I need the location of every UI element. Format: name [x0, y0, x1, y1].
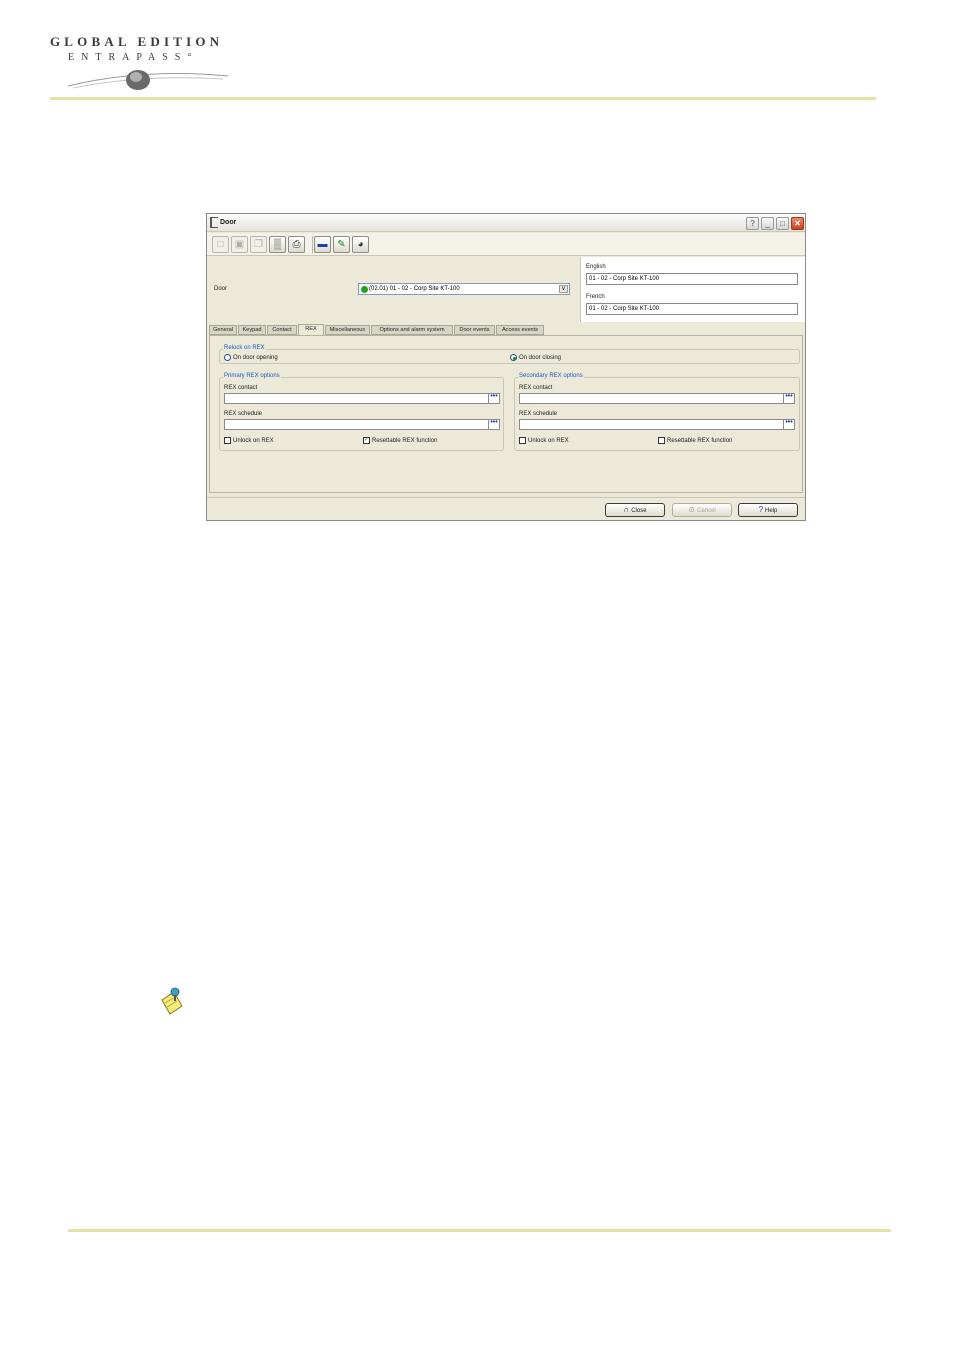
- tab-access-events[interactable]: Access events: [496, 325, 544, 335]
- window-titlebar[interactable]: Door ? _ □ ✕: [207, 214, 805, 232]
- door-label: Door: [214, 286, 228, 292]
- print-icon[interactable]: ⎙: [288, 236, 305, 253]
- relock-group: Relock on REX On door opening On door cl…: [219, 345, 800, 364]
- relock-group-title: Relock on REX: [223, 345, 266, 351]
- primary-rex-schedule-input[interactable]: •••: [224, 419, 500, 430]
- secondary-rex-contact-label: REX contact: [519, 385, 553, 391]
- logo-swoosh-icon: [67, 70, 229, 90]
- browse-button[interactable]: •••: [488, 393, 499, 403]
- help-button-label: Help: [765, 508, 778, 514]
- header-rule: [50, 97, 876, 100]
- tab-options-alarm-system[interactable]: Options and alarm system: [371, 325, 453, 335]
- door-select[interactable]: (02.01) 01 - 02 - Corp Site KT-100 ∨: [358, 283, 570, 295]
- note-icon: [161, 987, 183, 1015]
- door-panel: Door (02.01) 01 - 02 - Corp Site KT-100 …: [207, 257, 580, 322]
- new-icon[interactable]: □: [212, 236, 229, 253]
- help-title-button[interactable]: ?: [746, 217, 759, 230]
- rex-tab-panel: Relock on REX On door opening On door cl…: [209, 335, 803, 493]
- primary-unlock-checkbox[interactable]: [224, 437, 231, 444]
- tab-general[interactable]: General: [209, 325, 237, 335]
- secondary-rex-title: Secondary REX options: [518, 373, 584, 379]
- chevron-down-icon[interactable]: ∨: [559, 285, 568, 293]
- french-label: French: [586, 294, 605, 300]
- door-window: Door ? _ □ ✕ □ ▣ ❐ ▒ ⎙ ▬ ✎ ◕ Door (02.01…: [206, 213, 806, 521]
- minimize-button[interactable]: _: [761, 217, 774, 230]
- french-name-input[interactable]: 01 - 02 - Corp Site KT-100: [586, 303, 798, 315]
- tab-contact[interactable]: Contact: [267, 325, 297, 335]
- primary-resettable-label: Resettable REX function: [372, 438, 438, 444]
- close-window-button[interactable]: ✕: [791, 217, 804, 230]
- door-closing-label: On door closing: [519, 355, 562, 361]
- find-icon[interactable]: ◕: [352, 236, 369, 253]
- secondary-rex-group: Secondary REX options REX contact ••• RE…: [514, 373, 800, 451]
- primary-rex-contact-label: REX contact: [224, 385, 258, 391]
- button-bar: ∩ Close ⊘ Cancel ? Help: [207, 497, 805, 520]
- english-name-input[interactable]: 01 - 02 - Corp Site KT-100: [586, 273, 798, 285]
- footer-rule: [68, 1229, 891, 1232]
- tab-miscellaneous[interactable]: Miscellaneous: [325, 325, 370, 335]
- door-select-value: (02.01) 01 - 02 - Corp Site KT-100: [369, 286, 460, 292]
- help-button[interactable]: ? Help: [738, 503, 798, 517]
- primary-rex-title: Primary REX options: [223, 373, 281, 379]
- close-button-label: Close: [631, 508, 647, 514]
- secondary-resettable-checkbox[interactable]: [658, 437, 665, 444]
- secondary-rex-contact-input[interactable]: •••: [519, 393, 795, 404]
- close-button[interactable]: ∩ Close: [605, 503, 665, 517]
- toolbar: □ ▣ ❐ ▒ ⎙ ▬ ✎ ◕: [207, 233, 805, 256]
- browse-button[interactable]: •••: [783, 393, 794, 403]
- browse-button[interactable]: •••: [783, 419, 794, 429]
- door-exit-icon: ∩: [623, 505, 630, 514]
- english-label: English: [586, 264, 606, 270]
- logo-subtitle: ENTRAPASS°: [68, 52, 199, 63]
- primary-rex-contact-input[interactable]: •••: [224, 393, 500, 404]
- door-closing-radio[interactable]: [510, 354, 517, 361]
- secondary-rex-schedule-input[interactable]: •••: [519, 419, 795, 430]
- save-icon[interactable]: ▣: [231, 236, 248, 253]
- door-icon: [210, 217, 218, 228]
- cancel-button[interactable]: ⊘ Cancel: [672, 503, 732, 517]
- cancel-button-label: Cancel: [697, 508, 716, 514]
- help-icon: ?: [758, 505, 764, 514]
- edit-icon[interactable]: ✎: [333, 236, 350, 253]
- cancel-icon: ⊘: [688, 505, 695, 514]
- secondary-unlock-label: Unlock on REX: [528, 438, 569, 444]
- status-dot-icon: [361, 286, 368, 293]
- door-opening-radio[interactable]: [224, 354, 231, 361]
- maximize-button[interactable]: □: [776, 217, 789, 230]
- link-icon[interactable]: ▬: [314, 236, 331, 253]
- tab-keypad[interactable]: Keypad: [238, 325, 266, 335]
- tab-door-events[interactable]: Door events: [454, 325, 495, 335]
- secondary-unlock-checkbox[interactable]: [519, 437, 526, 444]
- secondary-resettable-label: Resettable REX function: [667, 438, 733, 444]
- toolbar-separator: [312, 236, 313, 253]
- entrapass-logo: GLOBAL EDITION ENTRAPASS°: [48, 30, 238, 102]
- primary-rex-schedule-label: REX schedule: [224, 411, 263, 417]
- language-panel: English 01 - 02 - Corp Site KT-100 Frenc…: [580, 257, 805, 322]
- logo-title: GLOBAL EDITION: [50, 34, 224, 49]
- primary-unlock-label: Unlock on REX: [233, 438, 274, 444]
- primary-resettable-checkbox[interactable]: ✓: [363, 437, 370, 444]
- copy-icon[interactable]: ❐: [250, 236, 267, 253]
- browse-button[interactable]: •••: [488, 419, 499, 429]
- window-title: Door: [220, 219, 237, 226]
- secondary-rex-schedule-label: REX schedule: [519, 411, 558, 417]
- delete-icon[interactable]: ▒: [269, 236, 286, 253]
- primary-rex-group: Primary REX options REX contact ••• REX …: [219, 373, 504, 451]
- door-opening-label: On door opening: [233, 355, 278, 361]
